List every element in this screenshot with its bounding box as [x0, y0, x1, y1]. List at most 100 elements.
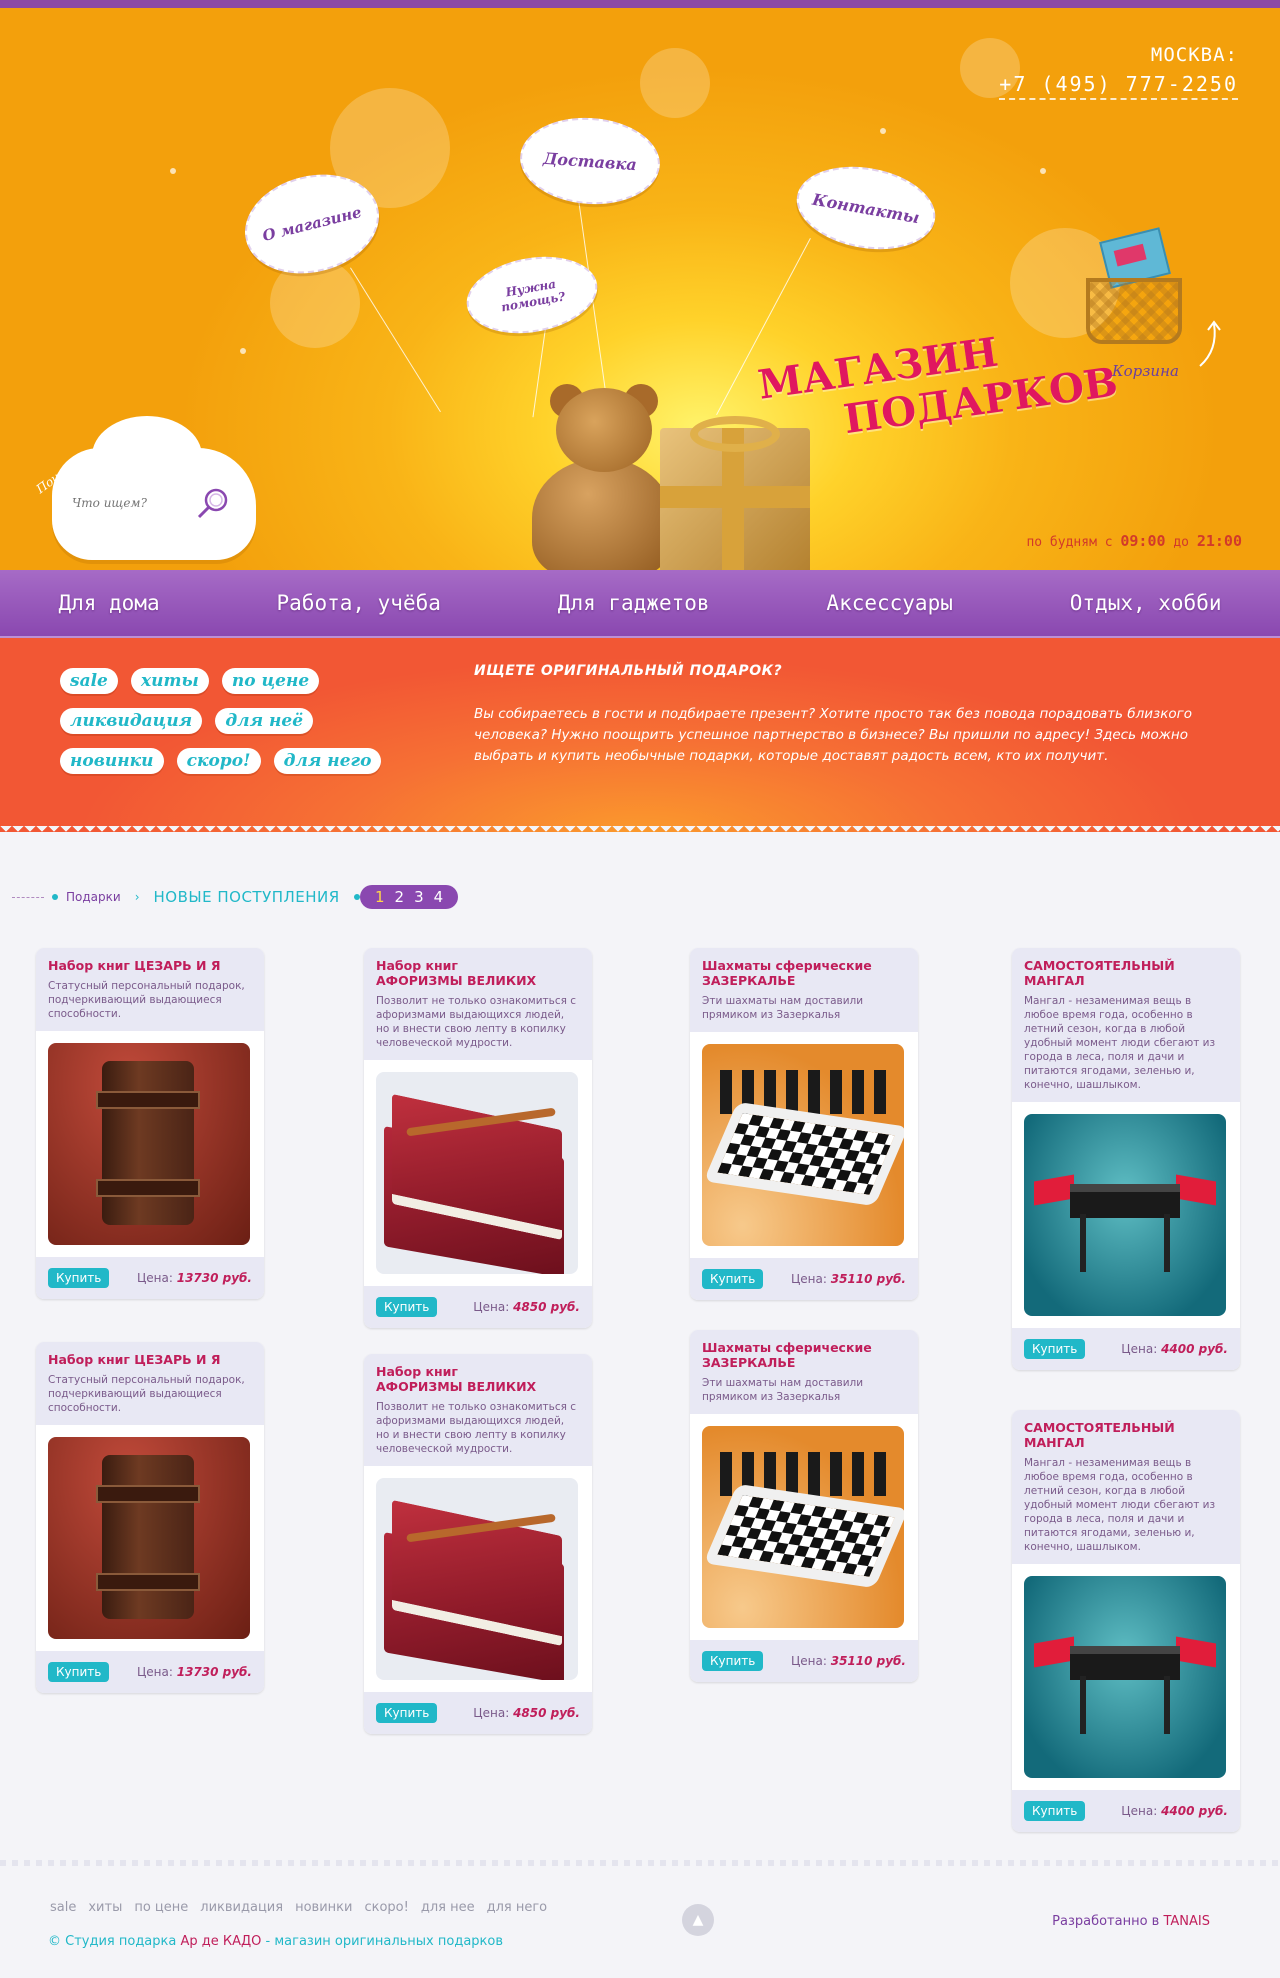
product-card[interactable]: Набор книг АФОРИЗМЫ ВЕЛИКИХ Позволит не т… — [364, 1354, 592, 1734]
price-label: Цена: — [136, 1271, 177, 1285]
page-link-1[interactable]: 1 — [370, 888, 390, 906]
price-value: 4850 руб. — [513, 1706, 580, 1720]
footer-link-soon[interactable]: скоро! — [364, 1900, 408, 1915]
search-box — [52, 416, 256, 560]
product-card-header: Шахматы сферические ЗАЗЕРКАЛЬЕ Эти шахмат… — [690, 948, 918, 1032]
footer-link-new[interactable]: новинки — [295, 1900, 352, 1915]
footer-link-for-him[interactable]: для него — [487, 1900, 548, 1915]
nav-item-work[interactable]: Работа, учёба — [277, 591, 441, 615]
product-image[interactable] — [376, 1072, 578, 1274]
page-link-4[interactable]: 4 — [429, 888, 449, 906]
product-card[interactable]: Набор книг ЦЕЗАРЬ И Я Статусный персональ… — [36, 1342, 264, 1693]
product-card-header: САМОСТОЯТЕЛЬНЫЙ МАНГАЛ Мангал - незаменим… — [1012, 1410, 1240, 1564]
strap-shape — [96, 1179, 200, 1197]
shop-title: МАГАЗИН ПОДАРКОВ — [755, 314, 1120, 455]
product-image[interactable] — [1024, 1114, 1226, 1316]
page-link-3[interactable]: 3 — [409, 888, 429, 906]
tag-new[interactable]: новинки — [60, 748, 164, 774]
decor-dot — [240, 348, 246, 354]
buy-button[interactable]: Купить — [48, 1268, 110, 1288]
phone-number[interactable]: +7 (495) 777-2250 — [999, 72, 1238, 100]
arrow-up-icon[interactable]: ▲ — [682, 1904, 714, 1936]
nav-item-leisure[interactable]: Отдых, хобби — [1070, 591, 1222, 615]
product-image[interactable] — [48, 1043, 250, 1245]
breadcrumb-parent[interactable]: Подарки — [66, 890, 121, 904]
product-image[interactable] — [376, 1478, 578, 1680]
copyright-brand[interactable]: Ар де КАДО — [180, 1934, 261, 1949]
cloud-help-link[interactable]: Нужна помощь? — [460, 247, 604, 343]
buy-button[interactable]: Купить — [48, 1662, 110, 1682]
product-price: Цена: 13730 руб. — [137, 1665, 252, 1679]
tag-liquidation[interactable]: ликвидация — [60, 708, 203, 734]
product-description: Эти шахматы нам доставили прямиком из За… — [702, 1377, 864, 1403]
product-card[interactable]: Набор книг АФОРИЗМЫ ВЕЛИКИХ Позволит не т… — [364, 948, 592, 1328]
buy-button[interactable]: Купить — [376, 1297, 438, 1317]
price-value: 13730 руб. — [176, 1271, 252, 1285]
nav-item-home[interactable]: Для дома — [58, 591, 159, 615]
cloud-delivery-link[interactable]: Доставка — [517, 113, 663, 209]
footer-link-sale[interactable]: sale — [50, 1900, 76, 1915]
buy-button[interactable]: Купить — [1024, 1339, 1086, 1359]
product-card-header: Шахматы сферические ЗАЗЕРКАЛЬЕ Эти шахмат… — [690, 1330, 918, 1414]
buy-button[interactable]: Купить — [702, 1269, 764, 1289]
product-name[interactable]: Набор книг АФОРИЗМЫ ВЕЛИКИХ — [376, 958, 580, 988]
grill-body-shape — [1070, 1646, 1180, 1680]
product-name[interactable]: Шахматы сферические ЗАЗЕРКАЛЬЕ — [702, 1340, 906, 1370]
nav-item-gadgets[interactable]: Для гаджетов — [558, 591, 710, 615]
zigzag-divider — [0, 826, 1280, 838]
chess-board-shape — [703, 1483, 904, 1589]
product-card-footer: Купить Цена: 13730 руб. — [36, 1651, 264, 1693]
product-image[interactable] — [1024, 1576, 1226, 1778]
product-name[interactable]: Набор книг ЦЕЗАРЬ И Я — [48, 958, 252, 973]
cloud-contacts-label: Контакты — [811, 189, 921, 227]
product-card[interactable]: САМОСТОЯТЕЛЬНЫЙ МАНГАЛ Мангал - незаменим… — [1012, 1410, 1240, 1832]
product-name[interactable]: САМОСТОЯТЕЛЬНЫЙ МАНГАЛ — [1024, 1420, 1228, 1450]
tag-for-him[interactable]: для него — [273, 748, 382, 774]
product-description: Позволит не только ознакомиться с афориз… — [376, 995, 577, 1049]
cloud-contacts-link[interactable]: Контакты — [790, 156, 942, 260]
copyright-prefix: © Студия подарка — [48, 1934, 181, 1949]
buy-button[interactable]: Купить — [1024, 1801, 1086, 1821]
footer-link-hits[interactable]: хиты — [88, 1900, 122, 1915]
product-card[interactable]: САМОСТОЯТЕЛЬНЫЙ МАНГАЛ Мангал - незаменим… — [1012, 948, 1240, 1370]
cloud-about-label: О магазине — [260, 203, 364, 245]
product-name[interactable]: Набор книг ЦЕЗАРЬ И Я — [48, 1352, 252, 1367]
product-card[interactable]: Шахматы сферические ЗАЗЕРКАЛЬЕ Эти шахмат… — [690, 948, 918, 1300]
tag-for-her[interactable]: для неё — [215, 708, 314, 734]
footer-link-liquidation[interactable]: ликвидация — [200, 1900, 283, 1915]
nav-item-accessories[interactable]: Аксессуары — [826, 591, 952, 615]
buy-button[interactable]: Купить — [702, 1651, 764, 1671]
category-nav: Для дома Работа, учёба Для гаджетов Аксе… — [0, 570, 1280, 638]
product-name[interactable]: САМОСТОЯТЕЛЬНЫЙ МАНГАЛ — [1024, 958, 1228, 988]
chess-board-shape — [703, 1101, 904, 1207]
product-image[interactable] — [48, 1437, 250, 1639]
tag-soon[interactable]: скоро! — [176, 748, 261, 774]
footer-divider — [0, 1860, 1280, 1866]
product-card-footer: Купить Цена: 35110 руб. — [690, 1640, 918, 1682]
tag-by-price[interactable]: по цене — [221, 668, 320, 694]
breadcrumb-current: НОВЫЕ ПОСТУПЛЕНИЯ — [153, 888, 340, 906]
tag-cloud: sale хиты по цене ликвидация для неё нов… — [60, 668, 390, 788]
product-price: Цена: 4400 руб. — [1121, 1342, 1228, 1356]
product-image[interactable] — [702, 1426, 904, 1628]
page-link-2[interactable]: 2 — [390, 888, 410, 906]
city-label: МОСКВА: — [1150, 44, 1238, 66]
search-input[interactable] — [72, 496, 192, 510]
hero-header: О магазине Доставка Нужна помощь? Контак… — [0, 8, 1280, 570]
footer-link-by-price[interactable]: по цене — [134, 1900, 188, 1915]
hours-to: 21:00 — [1196, 532, 1242, 550]
footer-link-for-her[interactable]: для нее — [421, 1900, 475, 1915]
developer-brand[interactable]: TANAIS — [1163, 1914, 1210, 1929]
product-name[interactable]: Набор книг АФОРИЗМЫ ВЕЛИКИХ — [376, 1364, 580, 1394]
search-icon[interactable] — [194, 484, 234, 524]
tag-sale[interactable]: sale — [60, 668, 118, 694]
bear-body — [532, 458, 672, 570]
decor-dot — [880, 128, 886, 134]
product-image[interactable] — [702, 1044, 904, 1246]
working-hours: по будням с 09:00 до 21:00 — [1026, 532, 1242, 550]
buy-button[interactable]: Купить — [376, 1703, 438, 1723]
product-name[interactable]: Шахматы сферические ЗАЗЕРКАЛЬЕ — [702, 958, 906, 988]
product-card[interactable]: Шахматы сферические ЗАЗЕРКАЛЬЕ Эти шахмат… — [690, 1330, 918, 1682]
tag-hits[interactable]: хиты — [130, 668, 209, 694]
product-card[interactable]: Набор книг ЦЕЗАРЬ И Я Статусный персональ… — [36, 948, 264, 1299]
